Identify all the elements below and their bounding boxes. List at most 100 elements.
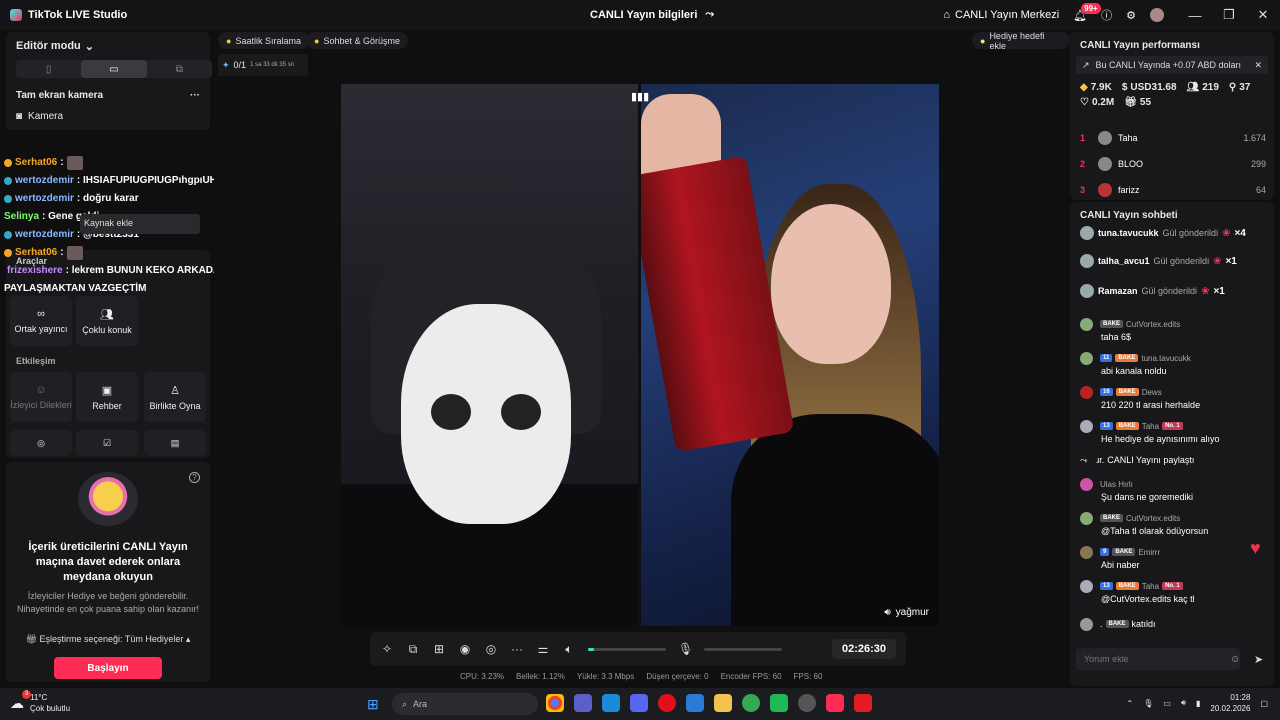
teams-icon[interactable] bbox=[574, 694, 592, 712]
close-button[interactable]: ✕ bbox=[1246, 7, 1280, 23]
goal-widget[interactable]: ✦ 0/1 1 sa 33 dk 35 sn bbox=[218, 54, 308, 76]
weather-widget[interactable]: ☁ 3 11°C Çok bulutlu bbox=[10, 690, 70, 714]
fan-badge: BAKE bbox=[1115, 354, 1139, 362]
clock[interactable]: 01:28 20.02.2026 bbox=[1210, 692, 1250, 714]
followers-value: 37 bbox=[1239, 82, 1251, 93]
chat-username: CutVortex.edits bbox=[1126, 513, 1181, 523]
obs-icon[interactable] bbox=[798, 694, 816, 712]
battery-icon[interactable]: ▮ bbox=[1196, 699, 1200, 708]
taskbar-search[interactable]: ⌕ Ara bbox=[392, 693, 538, 715]
flame-icon: ● bbox=[226, 35, 232, 46]
extra-tool-2[interactable]: ☑ bbox=[76, 430, 138, 456]
mic-tray-icon[interactable]: 🎙︎ bbox=[1143, 699, 1153, 708]
volume-icon[interactable]: 🔊︎ bbox=[1181, 698, 1186, 708]
extra-tool-1[interactable]: ◎ bbox=[10, 430, 72, 456]
chat-message[interactable]: 13 BAKE Taha No. 1 @CutVortex.edits kaç tl bbox=[1080, 579, 1270, 604]
send-icon[interactable]: ➤ bbox=[1254, 653, 1263, 666]
mic-slider[interactable] bbox=[704, 647, 782, 651]
settings-button[interactable]: ⚙ bbox=[1126, 9, 1136, 22]
avatar bbox=[1080, 226, 1094, 240]
target-icon[interactable]: ◎ bbox=[484, 642, 498, 656]
volume-slider[interactable] bbox=[588, 647, 666, 651]
add-source-tooltip: Kaynak ekle bbox=[80, 214, 200, 234]
gift-goal-chip[interactable]: ● Hediye hedefi ekle bbox=[972, 31, 1070, 51]
add-scene-icon[interactable]: ⊞ bbox=[432, 642, 446, 656]
split-mode-button[interactable]: ⧉ bbox=[147, 60, 212, 78]
maximize-button[interactable]: ❐ bbox=[1212, 7, 1246, 23]
help-icon[interactable]: ? bbox=[189, 472, 200, 483]
ranking-row[interactable]: 3 farizz 64 bbox=[1080, 180, 1266, 200]
play-together-button[interactable]: ♙ Birlikte Oyna bbox=[144, 372, 206, 422]
windows-start-icon[interactable]: ⊞ bbox=[367, 696, 379, 713]
app-icon[interactable] bbox=[770, 694, 788, 712]
live-video-preview[interactable]: 🔊︎ yağmur ▮▮▮ bbox=[341, 84, 939, 626]
notification-center-icon[interactable]: ▢ bbox=[1260, 699, 1268, 708]
youtube-icon[interactable] bbox=[854, 694, 872, 712]
portrait-mode-button[interactable]: ▯ bbox=[16, 60, 81, 78]
hourly-ranking-chip[interactable]: ● Saatlik Sıralama bbox=[218, 32, 309, 49]
chrome-icon[interactable] bbox=[546, 694, 564, 712]
extra-tool-3[interactable]: ▤ bbox=[144, 430, 206, 456]
viewer-wishes-button[interactable]: ☺ İzleyici Dilekleri bbox=[10, 372, 72, 422]
tiktok-live-icon[interactable] bbox=[826, 694, 844, 712]
discord-icon[interactable] bbox=[630, 694, 648, 712]
caret-up-icon: ▴ bbox=[183, 634, 191, 644]
chat-call-chip[interactable]: ● Sohbet & Görüşme bbox=[306, 32, 408, 49]
chat-message[interactable]: ⤳ ɹr. CANLI Yayını paylaştı bbox=[1080, 454, 1270, 466]
emoji-icon[interactable]: ☺ bbox=[1230, 654, 1240, 665]
guest-dress bbox=[731, 414, 939, 626]
profile-avatar[interactable] bbox=[1150, 8, 1164, 22]
gift-count: ×1 bbox=[1213, 285, 1225, 297]
chat-text: 210 220 tl arasi herhalde bbox=[1101, 400, 1201, 410]
chat-message[interactable]: BAKE CutVortex.edits @Taha tl olarak ödüy… bbox=[1080, 511, 1270, 536]
chat-message[interactable]: Ulas Hırlı Şu dans ne goremediki bbox=[1080, 477, 1270, 502]
overlay-chat-user: wertozdemir bbox=[15, 175, 74, 186]
overlay-chat-text: : doğru karar bbox=[76, 193, 139, 204]
search-icon: ⌕ bbox=[402, 698, 408, 709]
overlay-chat-user: wertozdemir bbox=[15, 229, 74, 240]
guide-button[interactable]: ▣ Rehber bbox=[76, 372, 138, 422]
folder-icon[interactable] bbox=[714, 694, 732, 712]
scene-title[interactable]: Tam ekran kamera bbox=[16, 90, 103, 101]
ranking-row[interactable]: 2 BLOO 299 bbox=[1080, 154, 1266, 174]
notifications-button[interactable]: 🔔︎ 99+ bbox=[1073, 2, 1101, 22]
match-option-dropdown[interactable]: 🎁︎ Eşleştirme seçeneği: Tüm Hediyeler ▴ bbox=[16, 634, 200, 645]
chrome-alt-icon[interactable] bbox=[742, 694, 760, 712]
chat-message[interactable]: 13 BAKE Taha No. 1 He hediye de aynısınımı … bbox=[1080, 419, 1270, 444]
record-icon[interactable]: ◉ bbox=[458, 642, 472, 656]
editor-mode-dropdown[interactable]: Editör modu ⌄ bbox=[16, 40, 94, 53]
close-icon[interactable]: ✕ bbox=[1254, 60, 1262, 71]
chevron-up-icon[interactable]: ⌃ bbox=[1127, 699, 1134, 708]
chat-username: Taha bbox=[1141, 581, 1160, 591]
minimize-button[interactable]: — bbox=[1178, 8, 1212, 23]
magic-wand-icon[interactable]: ✧ bbox=[380, 642, 394, 656]
chat-message[interactable]: 16 BAKE Dews 210 220 tl arasi herhalde bbox=[1080, 385, 1270, 410]
edge-icon[interactable] bbox=[602, 694, 620, 712]
landscape-mode-button[interactable]: ▭ bbox=[81, 60, 147, 78]
speaker-icon[interactable]: 🔈︎ bbox=[562, 642, 576, 657]
chat-message[interactable]: 9 BAKE Emirrr Abi naber bbox=[1080, 545, 1270, 570]
more-icon[interactable]: ··· bbox=[190, 90, 200, 101]
user-badge-icon bbox=[4, 195, 12, 203]
co-host-button[interactable]: ∞ Ortak yayıncı bbox=[10, 296, 72, 346]
camera-source[interactable]: ◙ Kamera bbox=[16, 111, 63, 122]
chat-input[interactable] bbox=[1076, 648, 1240, 670]
chat-message[interactable]: BAKE CutVortex.edits taha 6$ bbox=[1080, 317, 1270, 342]
microphone-icon[interactable]: 🎙︎ bbox=[678, 642, 693, 656]
opera-icon[interactable] bbox=[658, 694, 676, 712]
store-icon[interactable] bbox=[686, 694, 704, 712]
help-button[interactable]: ⓘ bbox=[1101, 7, 1112, 23]
ranking-row[interactable]: 1 Taha 1.674 bbox=[1080, 128, 1266, 148]
live-center-button[interactable]: ⌂ CANLI Yayın Merkezi bbox=[943, 9, 1059, 21]
multi-guest-button[interactable]: 👥︎ Çoklu konuk bbox=[76, 296, 138, 346]
chat-call-label: Sohbet & Görüşme bbox=[323, 35, 400, 46]
chat-message[interactable]: . BAKE katıldı bbox=[1080, 617, 1270, 631]
sliders-icon[interactable]: ⚌ bbox=[536, 642, 550, 656]
network-icon[interactable]: ▭ bbox=[1163, 699, 1171, 708]
live-info-title[interactable]: CANLI Yayın bilgileri ⤳ bbox=[590, 8, 714, 21]
add-source-icon[interactable]: ⧉ bbox=[406, 642, 420, 657]
share-icon[interactable]: ⤳ bbox=[705, 8, 714, 21]
more-icon[interactable]: ··· bbox=[510, 642, 524, 656]
chat-message[interactable]: 11 BAKE tuna.tavucukk abi kanala noldu bbox=[1080, 351, 1270, 376]
start-match-button[interactable]: Başlayın bbox=[54, 657, 162, 679]
